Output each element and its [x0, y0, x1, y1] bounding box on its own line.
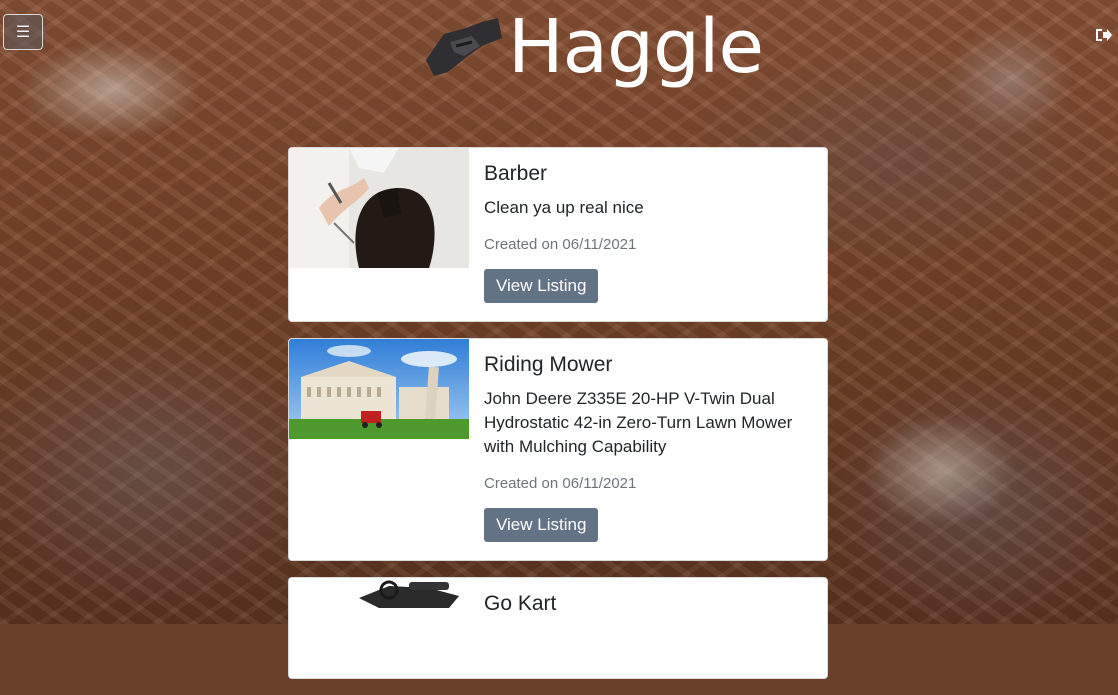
menu-toggle-button[interactable]: ☰: [3, 14, 43, 50]
listing-feed: Barber Clean ya up real nice Created on …: [288, 147, 828, 695]
listing-card: Riding Mower John Deere Z335E 20-HP V-Tw…: [288, 338, 828, 561]
listing-image: [289, 148, 469, 268]
view-listing-button[interactable]: View Listing: [484, 508, 599, 542]
hamburger-icon: ☰: [15, 24, 31, 41]
listing-card: Go Kart: [288, 577, 828, 679]
listing-image: [289, 339, 469, 439]
view-listing-button[interactable]: View Listing: [484, 269, 599, 303]
listing-description: Clean ya up real nice: [484, 198, 644, 217]
brand-logo[interactable]: Haggle: [420, 4, 764, 90]
listing-title: Go Kart: [484, 592, 557, 615]
brand-title: Haggle: [508, 4, 764, 90]
logout-icon: [1096, 29, 1112, 41]
listing-created-date: Created on 06/11/2021: [484, 236, 637, 253]
handshake-icon: [426, 18, 502, 76]
listing-created-date: Created on 06/11/2021: [484, 475, 637, 492]
listing-description: John Deere Z335E 20-HP V-Twin Dual Hydro…: [484, 389, 793, 456]
listing-card: Barber Clean ya up real nice Created on …: [288, 147, 828, 322]
listing-title: Barber: [484, 162, 548, 185]
logout-button[interactable]: [1094, 26, 1112, 44]
listing-title: Riding Mower: [484, 353, 613, 376]
listing-image: [289, 578, 469, 678]
